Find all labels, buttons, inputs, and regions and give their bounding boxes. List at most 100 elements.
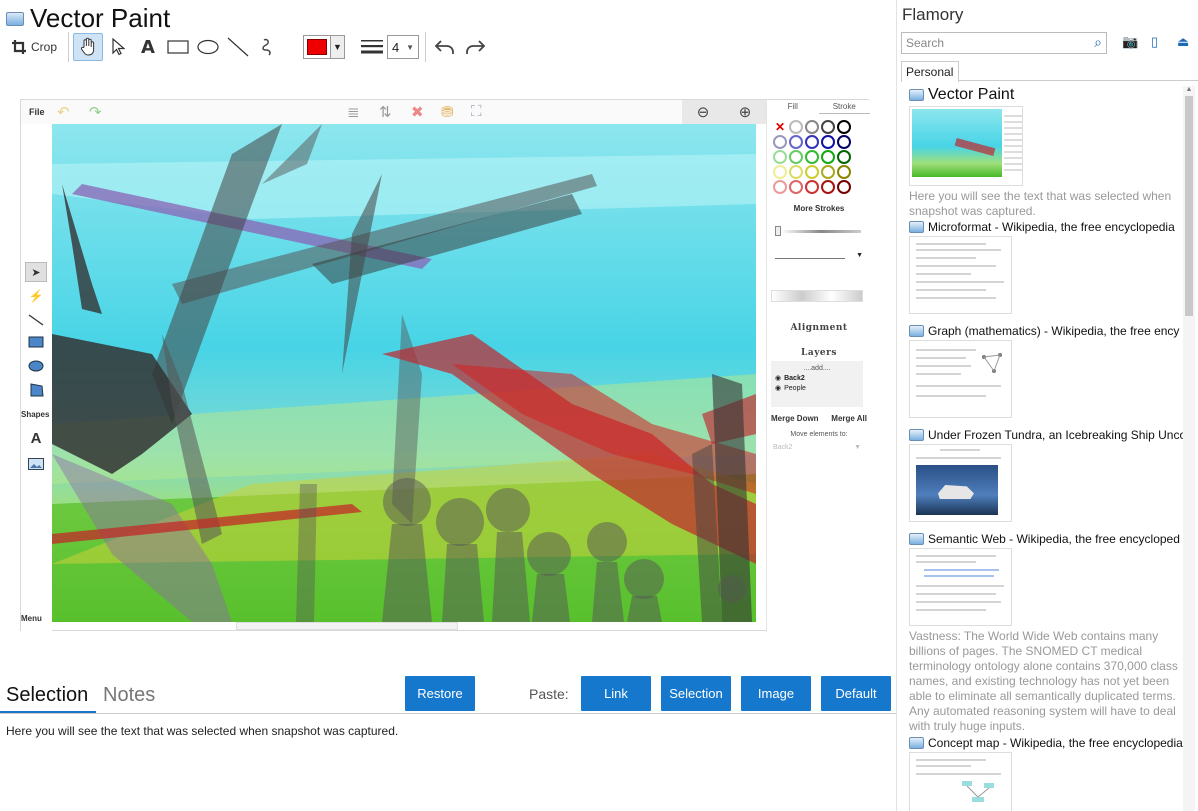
swatch[interactable] <box>821 180 835 194</box>
undo-icon[interactable]: ↶ <box>57 103 70 121</box>
stamp-icon[interactable]: ⛃ <box>441 103 454 121</box>
fit-icon[interactable]: ⛶ <box>471 103 482 120</box>
undo-button[interactable] <box>430 33 460 61</box>
swatch[interactable] <box>821 165 835 179</box>
list-item[interactable]: Microformat - Wikipedia, the free encycl… <box>909 220 1185 314</box>
swatch[interactable] <box>773 135 787 149</box>
line-tool-button[interactable] <box>223 33 253 61</box>
slider-knob[interactable] <box>775 226 781 236</box>
line-width-select[interactable]: 4 ▼ <box>387 35 419 59</box>
more-strokes-link[interactable]: More Strokes <box>767 204 871 213</box>
document-icon[interactable]: ▯ <box>1151 34 1158 50</box>
swatch[interactable] <box>837 180 851 194</box>
paste-image-button[interactable]: Image <box>741 676 811 711</box>
redo-icon[interactable]: ↷ <box>89 103 102 121</box>
line-style-select[interactable]: ▼ <box>775 252 863 262</box>
delete-icon[interactable]: ✖ <box>411 103 424 121</box>
tab-fill[interactable]: Fill <box>767 100 819 114</box>
swatch[interactable] <box>805 165 819 179</box>
scroll-up-icon[interactable]: ▲ <box>1185 86 1193 93</box>
sort-icon[interactable]: ⇅ <box>379 103 392 121</box>
tab-stroke[interactable]: Stroke <box>818 100 870 114</box>
swatch[interactable] <box>789 150 803 164</box>
swatch[interactable] <box>773 180 787 194</box>
merge-all-button[interactable]: Merge All <box>831 414 867 423</box>
swatch[interactable] <box>805 120 819 134</box>
paste-selection-button[interactable]: Selection <box>661 676 731 711</box>
menu-label[interactable]: Menu <box>21 614 42 623</box>
rect-tool[interactable] <box>25 332 47 352</box>
swatch[interactable] <box>789 135 803 149</box>
zoom-out-icon[interactable]: ⊖ <box>697 103 710 121</box>
swatch[interactable] <box>789 120 803 134</box>
list-item[interactable]: Semantic Web - Wikipedia, the free encyc… <box>909 532 1185 734</box>
swatch[interactable] <box>821 150 835 164</box>
chevron-down-icon: ▼ <box>330 36 344 58</box>
text-tool[interactable]: A <box>25 428 47 448</box>
ellipse-tool-button[interactable] <box>193 33 223 61</box>
opacity-slider[interactable] <box>771 290 863 302</box>
text-tool-button[interactable]: A <box>133 33 163 61</box>
freehand-tool-button[interactable] <box>253 33 283 61</box>
scrollbar-thumb[interactable] <box>1185 96 1193 316</box>
layer-row[interactable]: ◉ Back2 <box>775 373 859 383</box>
swatch[interactable] <box>773 165 787 179</box>
swatch[interactable] <box>805 135 819 149</box>
swatch[interactable] <box>789 180 803 194</box>
line-width-button[interactable] <box>359 33 385 61</box>
restore-button[interactable]: Restore <box>405 676 475 711</box>
paste-link-button[interactable]: Link <box>581 676 651 711</box>
swatch[interactable] <box>821 120 835 134</box>
camera-icon[interactable]: 📷 <box>1122 34 1138 50</box>
swatch[interactable] <box>789 165 803 179</box>
eye-icon[interactable]: ◉ <box>775 374 781 382</box>
crop-button[interactable]: Crop <box>4 33 64 61</box>
upload-icon[interactable]: ⏏ <box>1177 34 1189 50</box>
paste-default-button[interactable]: Default <box>821 676 891 711</box>
hand-tool-button[interactable] <box>73 33 103 61</box>
line-tool[interactable] <box>25 310 47 330</box>
drawing-canvas[interactable] <box>52 124 756 622</box>
tab-personal[interactable]: Personal <box>901 61 959 82</box>
search-input[interactable]: Search ⌕ <box>901 32 1107 54</box>
ellipse-tool[interactable] <box>25 356 47 376</box>
tab-notes[interactable]: Notes <box>103 684 155 707</box>
polygon-tool[interactable] <box>25 380 47 400</box>
list-item[interactable]: Under Frozen Tundra, an Icebreaking Ship… <box>909 428 1185 522</box>
sidebar-scrollbar[interactable]: ▲ <box>1183 86 1195 811</box>
node-tool[interactable]: ⚡ <box>25 286 47 306</box>
canvas-horizontal-scrollbar[interactable] <box>236 622 458 630</box>
swatch[interactable] <box>837 120 851 134</box>
swatch[interactable] <box>773 150 787 164</box>
list-item[interactable]: Vector Paint Here you will see the text … <box>909 86 1185 219</box>
redo-button[interactable] <box>460 33 490 61</box>
align-top-icon[interactable]: ≣ <box>347 103 360 121</box>
stroke-color-picker[interactable]: ▼ <box>303 35 345 59</box>
search-icon[interactable]: ⌕ <box>1094 34 1102 51</box>
file-menu[interactable]: File <box>29 107 45 117</box>
list-item[interactable]: Concept map - Wikipedia, the free encycl… <box>909 736 1185 811</box>
line-width-value: 4 <box>392 39 400 55</box>
paste-label: Paste: <box>529 686 569 702</box>
swatch[interactable] <box>805 180 819 194</box>
eye-icon[interactable]: ◉ <box>775 384 781 392</box>
image-tool[interactable] <box>25 454 47 474</box>
list-item[interactable]: Graph (mathematics) - Wikipedia, the fre… <box>909 324 1185 418</box>
swatch[interactable] <box>821 135 835 149</box>
swatch[interactable] <box>837 135 851 149</box>
no-stroke-icon[interactable]: ✕ <box>773 120 787 134</box>
layer-row[interactable]: ◉ People <box>775 383 859 393</box>
move-target-select[interactable]: Back2 ▼ <box>771 444 863 456</box>
add-layer-link[interactable]: ....add.... <box>775 363 859 373</box>
swatch[interactable] <box>805 150 819 164</box>
item-title: Concept map - Wikipedia, the free encycl… <box>928 736 1183 750</box>
swatch[interactable] <box>837 165 851 179</box>
tab-selection[interactable]: Selection <box>6 684 88 707</box>
merge-down-button[interactable]: Merge Down <box>771 414 819 423</box>
zoom-in-icon[interactable]: ⊕ <box>739 103 752 121</box>
select-tool[interactable]: ➤ <box>25 262 47 282</box>
select-tool-button[interactable] <box>103 33 133 61</box>
stroke-width-slider[interactable] <box>775 226 863 236</box>
swatch[interactable] <box>837 150 851 164</box>
rectangle-tool-button[interactable] <box>163 33 193 61</box>
